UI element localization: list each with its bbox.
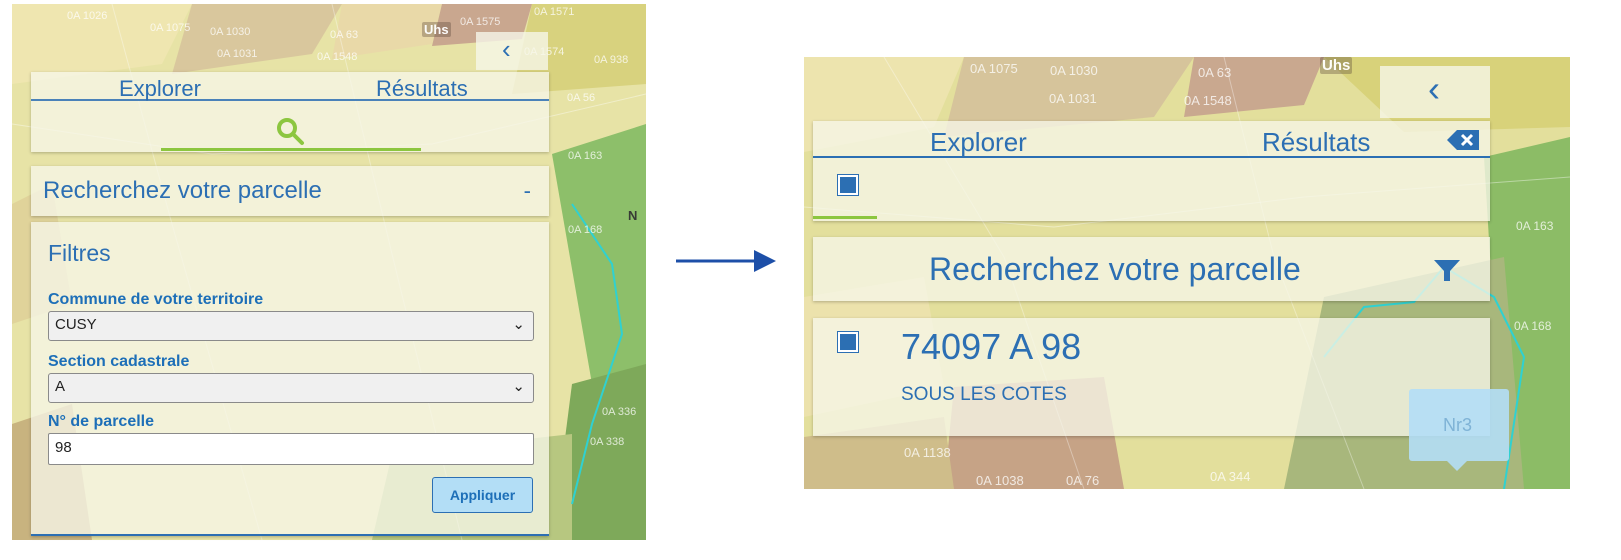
- map-label: 0A 56: [567, 92, 596, 104]
- search-title: Recherchez votre parcelle: [929, 251, 1301, 287]
- commune-value: CUSY: [55, 316, 97, 333]
- apply-button[interactable]: Appliquer: [432, 477, 533, 513]
- map-label: 0A 1075: [970, 61, 1018, 76]
- commune-label: Commune de votre territoire: [48, 291, 264, 308]
- tooltip-pointer: [1447, 461, 1467, 471]
- map-label: 0A 1030: [1050, 63, 1098, 78]
- map-label: 0A 336: [602, 406, 637, 418]
- section-value: A: [55, 378, 66, 395]
- tab-underline: [31, 99, 549, 101]
- tab-results[interactable]: Résultats: [1262, 127, 1370, 158]
- map-label: 0A 1031: [1049, 91, 1097, 106]
- map-label: 0A 76: [1066, 473, 1100, 488]
- transition-arrow: [676, 250, 776, 272]
- backspace-icon: [1447, 130, 1479, 150]
- left-search-header[interactable]: Recherchez votre parcelle -: [31, 166, 549, 216]
- section-select[interactable]: A ⌄: [48, 373, 534, 403]
- chevron-down-icon: ⌄: [512, 378, 525, 395]
- search-tab[interactable]: [275, 116, 309, 146]
- map-label: 0A 1548: [317, 51, 358, 63]
- map-label: 0A 1031: [217, 48, 258, 60]
- left-tab-panel: Explorer Résultats: [31, 72, 549, 152]
- search-title: Recherchez votre parcelle: [43, 177, 322, 204]
- select-all-checkbox[interactable]: [838, 175, 858, 195]
- map-label: 0A 344: [1210, 469, 1251, 484]
- map-tooltip: Nr3: [1409, 389, 1509, 471]
- collapse-panel-button[interactable]: ‹: [476, 32, 548, 70]
- tooltip-label: Nr3: [1443, 415, 1473, 435]
- result-parcel-id: 74097 A 98: [901, 326, 1082, 367]
- right-search-header[interactable]: Recherchez votre parcelle: [813, 237, 1490, 301]
- section-label: Section cadastrale: [48, 353, 190, 370]
- result-place-name: SOUS LES COTES: [901, 384, 1067, 405]
- map-label: 0A 338: [590, 436, 625, 448]
- map-label: 0A 163: [568, 150, 603, 162]
- parcel-label: N° de parcelle: [48, 413, 154, 430]
- chevron-left-icon: ‹: [502, 34, 511, 64]
- map-label: 0A 168: [568, 224, 603, 236]
- map-label: 0A 1571: [534, 6, 575, 18]
- map-label: 0A 1138: [904, 445, 951, 460]
- active-tab-indicator: [813, 216, 877, 219]
- left-filter-form: Filtres Commune de votre territoire CUSY…: [31, 222, 549, 536]
- collapse-panel-button[interactable]: ‹: [1380, 66, 1490, 118]
- map-label: Uhs: [422, 22, 451, 37]
- tab-explorer[interactable]: Explorer: [930, 127, 1027, 158]
- map-label: N: [628, 208, 638, 223]
- map-label: 0A 1075: [150, 22, 191, 34]
- map-label: 0A 938: [594, 54, 629, 66]
- map-label: 0A 1030: [210, 26, 251, 38]
- filters-title: Filtres: [48, 240, 111, 266]
- filter-icon[interactable]: [1433, 259, 1461, 283]
- map-label: 0A 168: [1514, 319, 1552, 333]
- map-label: 0A 163: [1516, 219, 1554, 233]
- chevron-left-icon: ‹: [1428, 68, 1440, 109]
- clear-results-button[interactable]: [1445, 127, 1481, 153]
- parcel-value: 98: [55, 439, 72, 456]
- map-label: Uhs: [1320, 57, 1353, 74]
- chevron-down-icon: ⌄: [512, 316, 525, 333]
- map-label: 0A 63: [330, 29, 359, 41]
- commune-select[interactable]: CUSY ⌄: [48, 311, 534, 341]
- collapse-toggle[interactable]: -: [524, 178, 531, 204]
- result-card[interactable]: 74097 A 98 SOUS LES COTES: [813, 318, 1490, 436]
- tab-underline: [813, 156, 1490, 158]
- map-label: 0A 1575: [460, 16, 501, 28]
- map-label: 0A 1548: [1184, 93, 1232, 108]
- map-label: 0A 63: [1198, 65, 1232, 80]
- map-label: 0A 1026: [67, 10, 108, 22]
- parcel-input[interactable]: 98: [48, 433, 534, 465]
- right-tab-panel: Explorer Résultats: [813, 121, 1490, 221]
- active-tab-indicator: [161, 148, 421, 151]
- result-checkbox[interactable]: [838, 332, 858, 352]
- search-icon: [277, 118, 304, 145]
- map-label: 0A 1038: [976, 473, 1024, 488]
